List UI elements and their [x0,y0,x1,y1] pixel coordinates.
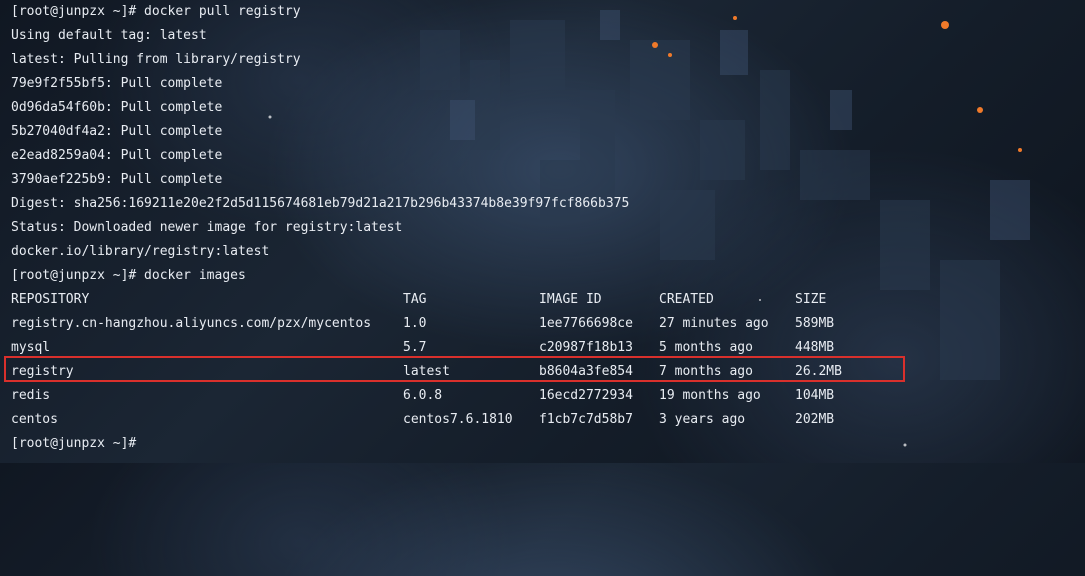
cell-size: 104MB [795,388,835,403]
table-row: centos centos7.6.1810 f1cb7c7d58b7 3 yea… [11,408,1071,432]
table-row: registry.cn-hangzhou.aliyuncs.com/pzx/my… [11,312,1071,336]
cell-image-id: 1ee7766698ce [539,316,633,331]
cell-tag: centos7.6.1810 [403,412,513,427]
terminal-output[interactable]: [root@junpzx ~]# docker pull registry Us… [11,0,1071,456]
terminal-line: [root@junpzx ~]# docker images [11,268,246,283]
cell-created: 3 years ago [659,412,746,427]
images-table-header: REPOSITORY TAG IMAGE ID CREATED SIZE [11,288,1071,312]
cell-tag: 6.0.8 [403,388,443,403]
cell-image-id: 16ecd2772934 [539,388,633,403]
header-size: SIZE [795,292,827,307]
terminal-line: 3790aef225b9: Pull complete [11,172,223,187]
terminal-prompt[interactable]: [root@junpzx ~]# [11,432,1071,456]
cell-repository: centos [11,412,58,427]
terminal-line: Status: Downloaded newer image for regis… [11,220,403,235]
cell-size: 589MB [795,316,835,331]
cell-image-id: f1cb7c7d58b7 [539,412,633,427]
terminal-line: [root@junpzx ~]# docker pull registry [11,4,301,19]
terminal-line: latest: Pulling from library/registry [11,52,301,67]
table-row: redis 6.0.8 16ecd2772934 19 months ago 1… [11,384,1071,408]
terminal-line: 0d96da54f60b: Pull complete [11,100,223,115]
cell-tag: 1.0 [403,316,427,331]
header-image-id: IMAGE ID [539,292,602,307]
cell-repository: redis [11,388,51,403]
cell-created: 19 months ago [659,388,761,403]
header-repository: REPOSITORY [11,292,90,307]
header-tag: TAG [403,292,427,307]
terminal-line: Digest: sha256:169211e20e2f2d5d115674681… [11,196,630,211]
terminal-line: 79e9f2f55bf5: Pull complete [11,76,223,91]
terminal-line: 5b27040df4a2: Pull complete [11,124,223,139]
terminal-line: e2ead8259a04: Pull complete [11,148,223,163]
header-created: CREATED [659,292,714,307]
registry-row-highlight [4,356,905,382]
cell-repository: registry.cn-hangzhou.aliyuncs.com/pzx/my… [11,316,372,331]
text-cursor [136,437,144,451]
terminal-line: Using default tag: latest [11,28,207,43]
cell-size: 202MB [795,412,835,427]
terminal-line: docker.io/library/registry:latest [11,244,270,259]
cell-created: 27 minutes ago [659,316,769,331]
